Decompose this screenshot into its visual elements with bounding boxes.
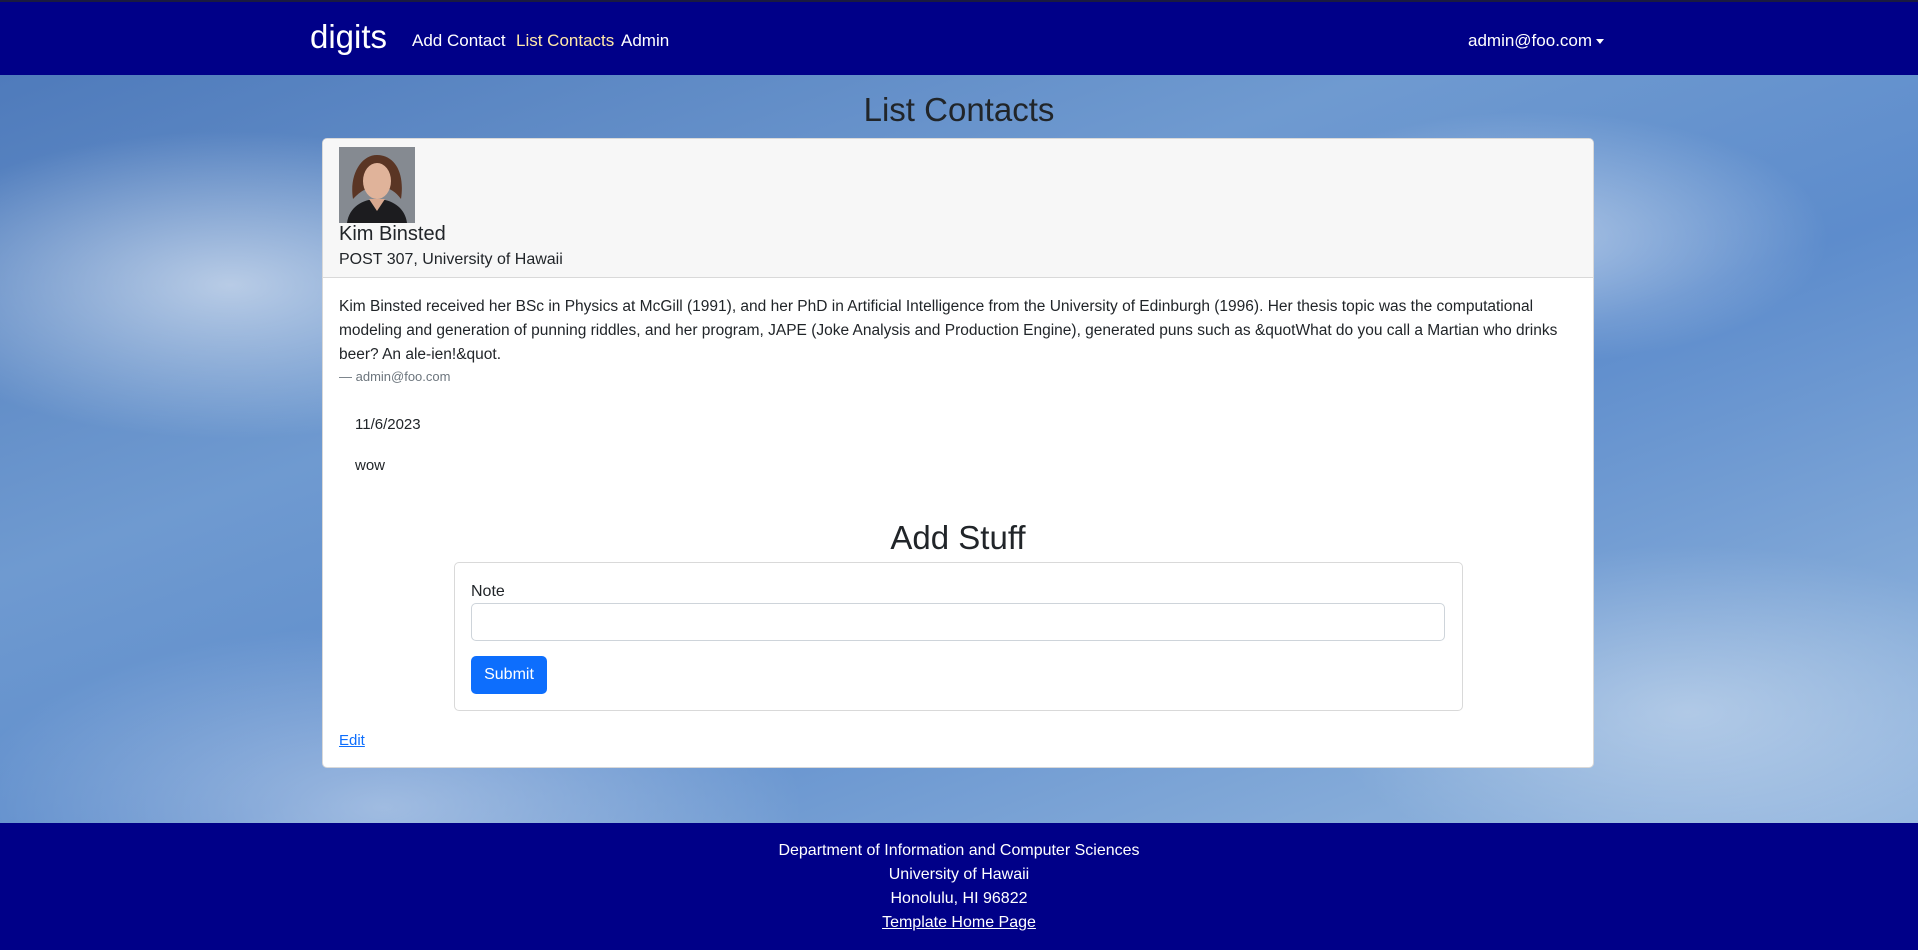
top-navbar: digits Add Contact List Contacts Admin a… [0,0,1918,75]
template-home-link[interactable]: Template Home Page [882,914,1036,931]
add-stuff-title: Add Stuff [890,519,1026,556]
footer-link-row: Template Home Page [0,914,1918,932]
contact-card-header: Kim Binsted POST 307, University of Hawa… [323,139,1593,278]
contact-description: Kim Binsted received her BSc in Physics … [339,298,1558,363]
footer-department: Department of Information and Computer S… [778,842,1140,859]
contact-owner: — admin@foo.com [339,369,451,384]
nav-admin[interactable]: Admin [621,31,669,51]
footer-university: University of Hawaii [888,866,1030,883]
add-note-form: Note Submit [454,562,1463,711]
note-text: wow [355,457,386,474]
page-title: List Contacts [863,91,1055,128]
contact-name: Kim Binsted [339,223,446,245]
contact-address: POST 307, University of Hawaii [339,251,563,268]
contact-card: Kim Binsted POST 307, University of Hawa… [322,138,1594,768]
note-field-label: Note [471,583,505,600]
edit-link[interactable]: Edit [339,732,365,749]
footer: Department of Information and Computer S… [0,823,1918,950]
contact-avatar [339,147,415,223]
brand-link[interactable]: digits [310,18,387,56]
user-dropdown[interactable]: admin@foo.com [1468,31,1605,51]
user-email: admin@foo.com [1468,31,1593,50]
nav-add-contact[interactable]: Add Contact [412,31,506,51]
note-input[interactable] [471,603,1445,641]
footer-address: Honolulu, HI 96822 [890,890,1028,907]
caret-down-icon [1596,39,1605,45]
note-date: 11/6/2023 [355,416,421,433]
nav-list-contacts[interactable]: List Contacts [516,31,614,51]
submit-button[interactable]: Submit [471,656,547,694]
